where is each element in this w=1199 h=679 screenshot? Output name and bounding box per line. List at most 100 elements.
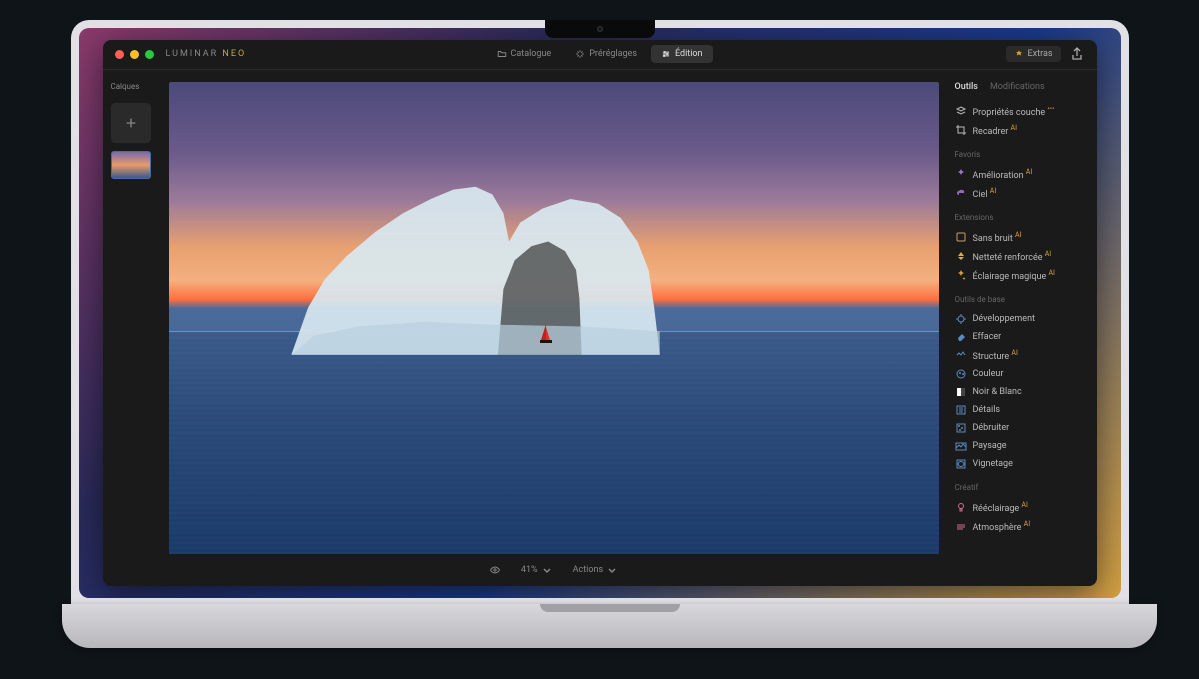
layers-panel: Calques <box>103 70 161 586</box>
eye-icon <box>489 564 501 576</box>
tool-label: Recadrer <box>973 127 1009 137</box>
chevron-down-icon <box>606 564 618 576</box>
minimize-button[interactable] <box>130 50 139 59</box>
tool-vignette[interactable]: Vignetage <box>955 455 1087 473</box>
sharpen-icon <box>955 250 967 262</box>
ai-badge: AI <box>1048 269 1054 277</box>
structure-icon <box>955 349 967 361</box>
tool-magic-light[interactable]: Éclairage magique AI <box>955 266 1087 285</box>
sparkle-icon <box>575 49 585 59</box>
tool-layer-properties[interactable]: Propriétés couche ••• <box>955 102 1087 121</box>
visibility-toggle[interactable] <box>489 564 501 576</box>
develop-icon <box>955 313 967 325</box>
app-window: LUMINAR NEO Catalogue Préréglages <box>103 40 1097 586</box>
vignette-icon <box>955 458 967 470</box>
ai-badge: AI <box>1011 124 1017 132</box>
tab-catalogue[interactable]: Catalogue <box>486 45 561 63</box>
laptop-base <box>62 604 1157 648</box>
folder-icon <box>496 49 506 59</box>
tool-supersharp[interactable]: Netteté renforcée AI <box>955 247 1087 266</box>
ai-badge: AI <box>1045 250 1051 258</box>
camera-icon <box>597 26 603 32</box>
app-logo: LUMINAR NEO <box>166 49 247 59</box>
ocean-area <box>169 332 939 554</box>
layer-thumbnail[interactable] <box>111 151 151 179</box>
extras-label: Extras <box>1028 49 1053 59</box>
layers-label: Calques <box>111 82 153 91</box>
ai-badge: AI <box>1026 168 1032 176</box>
tool-crop[interactable]: Recadrer AI <box>955 121 1087 140</box>
tool-label: Atmosphère <box>973 523 1022 533</box>
tool-landscape[interactable]: Paysage <box>955 437 1087 455</box>
actions-label: Actions <box>573 565 603 575</box>
tool-label: Éclairage magique <box>973 272 1047 282</box>
sailboat-graphic <box>538 322 554 346</box>
noise-icon <box>955 231 967 243</box>
wand-icon <box>955 168 967 180</box>
section-favoris: Favoris <box>955 150 1087 159</box>
tool-enhance[interactable]: Amélioration AI <box>955 165 1087 184</box>
canvas-footer: 41% Actions <box>169 554 939 586</box>
zoom-control[interactable]: 41% <box>521 564 553 576</box>
tab-edition[interactable]: Édition <box>651 45 713 63</box>
add-layer-button[interactable] <box>111 103 151 143</box>
titlebar: LUMINAR NEO Catalogue Préréglages <box>103 40 1097 70</box>
tool-label: Débruiter <box>973 423 1010 433</box>
tab-presets[interactable]: Préréglages <box>565 45 647 63</box>
sliders-icon <box>661 49 671 59</box>
tool-label: Sans bruit <box>973 234 1013 244</box>
tool-atmosphere[interactable]: Atmosphère AI <box>955 517 1087 536</box>
tab-modifications[interactable]: Modifications <box>990 82 1045 92</box>
share-icon <box>1069 46 1085 62</box>
tool-noiseless[interactable]: Sans bruit AI <box>955 228 1087 247</box>
tool-bw[interactable]: Noir & Blanc <box>955 383 1087 401</box>
iceberg-graphic <box>269 166 716 355</box>
logo-main: LUMINAR <box>166 49 219 59</box>
screen-bezel: LUMINAR NEO Catalogue Préréglages <box>71 20 1129 606</box>
ai-badge: AI <box>1021 501 1027 509</box>
actions-menu[interactable]: Actions <box>573 564 618 576</box>
extras-button[interactable]: Extras <box>1006 46 1061 62</box>
tool-color[interactable]: Couleur <box>955 365 1087 383</box>
tool-label: Développement <box>973 314 1035 324</box>
ai-badge: AI <box>1015 231 1021 239</box>
tool-label: Détails <box>973 405 1001 415</box>
shopping-icon <box>1014 49 1024 59</box>
magic-icon <box>955 269 967 281</box>
share-button[interactable] <box>1069 46 1085 62</box>
tool-label: Propriétés couche <box>973 108 1046 118</box>
bw-icon <box>955 386 967 398</box>
tab-tools[interactable]: Outils <box>955 82 978 92</box>
tool-sky[interactable]: Ciel AI <box>955 184 1087 203</box>
crop-icon <box>955 124 967 136</box>
chevron-down-icon <box>541 564 553 576</box>
cloud-icon <box>955 187 967 199</box>
window-controls <box>115 50 154 59</box>
section-basics: Outils de base <box>955 295 1087 304</box>
image-canvas[interactable] <box>169 82 939 554</box>
tool-label: Noir & Blanc <box>973 387 1022 397</box>
landscape-icon <box>955 440 967 452</box>
tool-erase[interactable]: Effacer <box>955 328 1087 346</box>
tool-label: Netteté renforcée <box>973 253 1043 263</box>
layers-icon <box>955 105 967 117</box>
bulb-icon <box>955 501 967 513</box>
tool-relight[interactable]: Rééclairage AI <box>955 498 1087 517</box>
panel-tabs: Outils Modifications <box>955 82 1087 92</box>
ai-badge: AI <box>1024 520 1030 528</box>
tool-label: Effacer <box>973 332 1002 342</box>
tool-details[interactable]: Détails <box>955 401 1087 419</box>
close-button[interactable] <box>115 50 124 59</box>
tab-label: Édition <box>675 49 703 59</box>
tool-structure[interactable]: Structure AI <box>955 346 1087 365</box>
tool-label: Paysage <box>973 441 1007 451</box>
eraser-icon <box>955 331 967 343</box>
app-body: Calques <box>103 70 1097 586</box>
details-icon <box>955 404 967 416</box>
maximize-button[interactable] <box>145 50 154 59</box>
tool-develop[interactable]: Développement <box>955 310 1087 328</box>
tool-denoise[interactable]: Débruiter <box>955 419 1087 437</box>
logo-suffix: NEO <box>222 49 246 59</box>
top-tabs: Catalogue Préréglages Édition <box>486 45 712 63</box>
ai-badge: AI <box>990 187 996 195</box>
